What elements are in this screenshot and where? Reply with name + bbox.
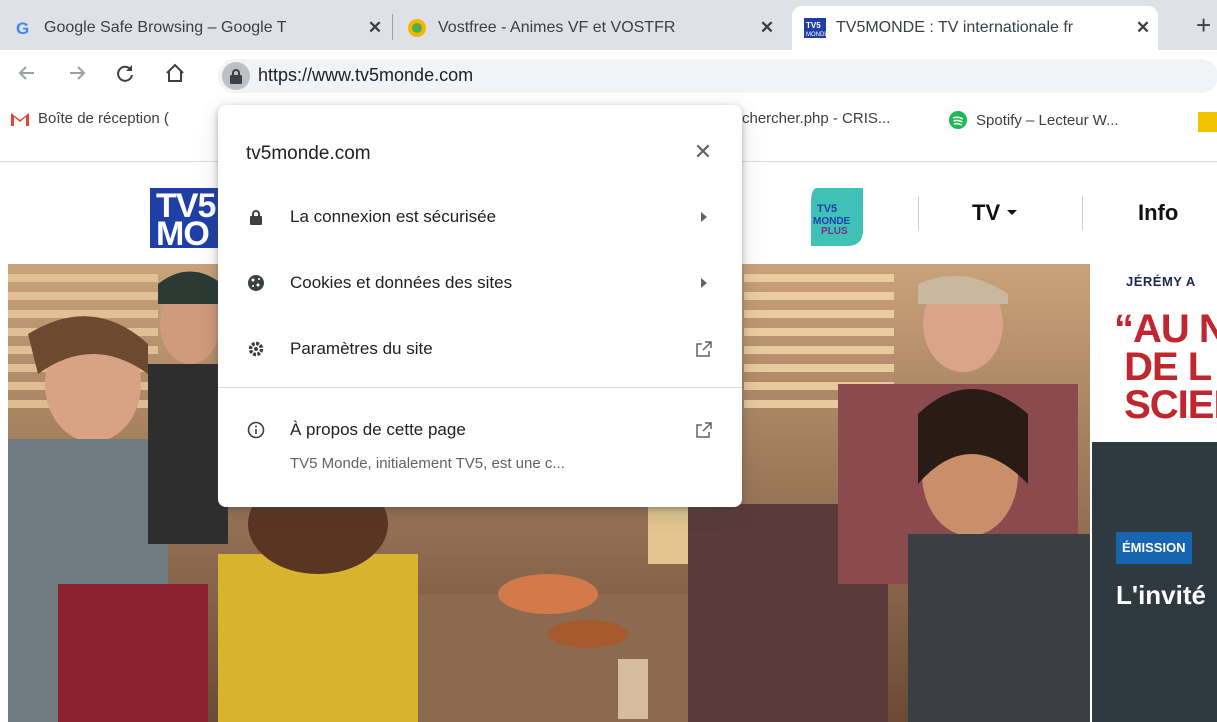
- card-badge: ÉMISSION: [1116, 532, 1192, 564]
- tab-close-icon[interactable]: ✕: [360, 18, 390, 38]
- arrow-right-icon: [694, 273, 714, 293]
- close-icon[interactable]: ✕: [688, 137, 718, 167]
- tv5monde-logo[interactable]: TV5 MO: [150, 188, 220, 251]
- bookmark-gmail[interactable]: Boîte de réception (: [10, 110, 169, 127]
- home-button[interactable]: [160, 58, 190, 88]
- browser-toolbar: https://www.tv5monde.com: [0, 50, 1217, 98]
- spotify-icon: [948, 110, 968, 130]
- bookmark-spotify[interactable]: Spotify – Lecteur W...: [948, 110, 1119, 130]
- card-quote: “AU N DE L SCIEN: [1114, 307, 1217, 427]
- svg-text:TV5: TV5: [806, 21, 821, 30]
- tab-google-safe-browsing[interactable]: G Google Safe Browsing – Google T ✕: [0, 6, 390, 50]
- nav-info-link[interactable]: Info: [1138, 200, 1178, 226]
- tab-tv5monde[interactable]: TV5MONDE TV5MONDE : TV internationale fr…: [792, 6, 1158, 50]
- about-page-row[interactable]: À propos de cette page: [218, 403, 742, 457]
- new-tab-button[interactable]: +: [1196, 10, 1211, 41]
- bookmark-label: Boîte de réception (: [38, 110, 169, 127]
- site-settings-row[interactable]: Paramètres du site: [218, 322, 742, 376]
- info-icon: [246, 420, 266, 440]
- home-icon: [166, 63, 184, 82]
- tab-close-icon[interactable]: ✕: [752, 18, 782, 38]
- about-description: TV5 Monde, initialement TV5, est une c..…: [290, 455, 565, 472]
- tab-title: Google Safe Browsing – Google T: [44, 19, 287, 36]
- row-label: La connexion est sécurisée: [290, 207, 497, 226]
- lock-icon: [246, 207, 266, 227]
- tab-vostfree[interactable]: Vostfree - Animes VF et VOSTFR ✕: [394, 6, 782, 50]
- site-info-popup: tv5monde.com ✕ La connexion est sécurisé…: [218, 105, 742, 507]
- nav-divider: [1082, 196, 1083, 230]
- reload-icon: [117, 65, 133, 82]
- google-g-icon: G: [12, 17, 34, 39]
- card-guest-name: JÉRÉMY A: [1126, 274, 1196, 289]
- bookmark-chercher[interactable]: chercher.php - CRIS...: [742, 110, 890, 127]
- forward-button[interactable]: [62, 58, 92, 88]
- row-label: À propos de cette page: [290, 420, 466, 439]
- popup-divider: [218, 387, 742, 388]
- bookmark-folder-icon[interactable]: [1198, 112, 1217, 132]
- cookie-icon: [246, 273, 266, 293]
- svg-text:MONDE: MONDE: [806, 32, 826, 38]
- tv5monde-plus-logo[interactable]: TV5 MONDE PLUS: [803, 184, 871, 250]
- lock-icon: [230, 69, 242, 84]
- site-info-button[interactable]: [222, 62, 250, 90]
- svg-text:PLUS: PLUS: [821, 226, 848, 237]
- arrow-right-icon: [694, 207, 714, 227]
- svg-text:TV5: TV5: [817, 203, 837, 215]
- open-external-icon: [694, 339, 714, 359]
- cookies-row[interactable]: Cookies et données des sites: [218, 256, 742, 310]
- url-text[interactable]: https://www.tv5monde.com: [258, 65, 473, 86]
- card-title: L'invité: [1116, 580, 1206, 610]
- row-label: Cookies et données des sites: [290, 273, 513, 292]
- nav-tv-menu[interactable]: TV: [972, 200, 1018, 226]
- chevron-down-icon: [1007, 210, 1018, 215]
- address-bar[interactable]: https://www.tv5monde.com: [218, 59, 1217, 93]
- svg-text:G: G: [16, 19, 29, 38]
- reload-button[interactable]: [110, 58, 140, 88]
- bookmark-label: Spotify – Lecteur W...: [976, 111, 1119, 129]
- gear-icon: [246, 339, 266, 359]
- bookmark-label: chercher.php - CRIS...: [742, 110, 891, 127]
- popup-domain: tv5monde.com: [246, 143, 371, 164]
- forward-arrow-icon: [70, 66, 86, 80]
- tab-separator: [392, 14, 393, 40]
- open-external-icon: [694, 420, 714, 440]
- tab-title: Vostfree - Animes VF et VOSTFR: [438, 19, 676, 36]
- tab-close-icon[interactable]: ✕: [1128, 18, 1158, 38]
- nav-divider: [918, 196, 919, 230]
- promo-card[interactable]: JÉRÉMY A “AU N DE L SCIEN ÉMISSION L'inv…: [1092, 264, 1217, 722]
- vostfree-icon: [406, 17, 428, 39]
- back-button[interactable]: [12, 58, 42, 88]
- tv5monde-icon: TV5 MONDE: [804, 17, 826, 39]
- row-label: Paramètres du site: [290, 339, 433, 358]
- gmail-icon: [10, 111, 30, 127]
- connection-secure-row[interactable]: La connexion est sécurisée: [218, 190, 742, 244]
- back-arrow-icon: [18, 66, 34, 80]
- tab-strip: G Google Safe Browsing – Google T ✕ Vost…: [0, 0, 1217, 50]
